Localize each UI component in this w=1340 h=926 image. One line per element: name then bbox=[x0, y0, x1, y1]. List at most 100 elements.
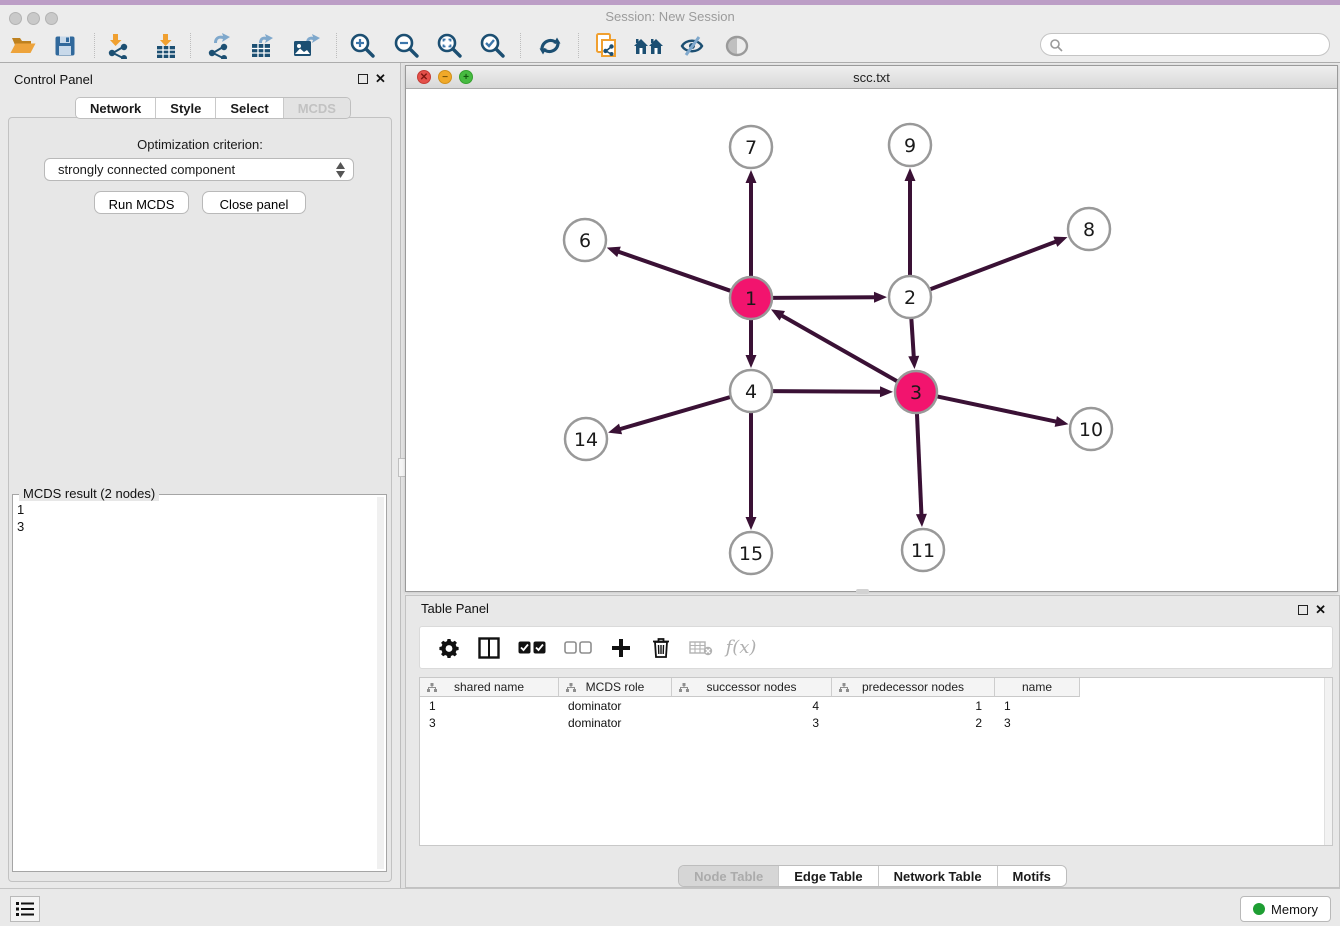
add-column-icon[interactable] bbox=[608, 635, 634, 661]
export-table-icon[interactable] bbox=[245, 30, 279, 61]
table-row[interactable]: 1dominator411 bbox=[420, 697, 1080, 714]
table-header-row: shared nameMCDS rolesuccessor nodesprede… bbox=[420, 678, 1080, 697]
tab-network[interactable]: Network bbox=[76, 98, 156, 118]
node-label: 1 bbox=[745, 288, 757, 310]
optimization-label: Optimization criterion: bbox=[0, 137, 400, 152]
arrowhead-icon bbox=[746, 517, 757, 530]
search-field[interactable] bbox=[1040, 33, 1330, 56]
node-label: 3 bbox=[910, 382, 922, 404]
tab-network-table[interactable]: Network Table bbox=[879, 866, 998, 886]
zoom-selected-icon[interactable] bbox=[476, 30, 510, 61]
split-view-icon[interactable] bbox=[476, 635, 502, 661]
cell-shared-name[interactable]: 1 bbox=[420, 697, 559, 714]
node-label: 4 bbox=[745, 381, 757, 403]
float-table-panel-icon[interactable] bbox=[1298, 605, 1308, 615]
column-header-predecessor-nodes[interactable]: predecessor nodes bbox=[832, 678, 995, 697]
node-label: 2 bbox=[904, 287, 916, 309]
mcds-result-box[interactable]: MCDS result (2 nodes) 13 bbox=[12, 494, 387, 872]
arrowhead-icon bbox=[1053, 237, 1067, 247]
close-panel-icon[interactable]: ✕ bbox=[375, 74, 386, 84]
memory-status-icon bbox=[1253, 903, 1265, 915]
cell-MCDS-role[interactable]: dominator bbox=[559, 697, 672, 714]
float-panel-icon[interactable] bbox=[358, 74, 368, 84]
close-panel-button[interactable]: Close panel bbox=[202, 191, 306, 214]
table-row[interactable]: 3dominator323 bbox=[420, 714, 1080, 731]
run-mcds-button[interactable]: Run MCDS bbox=[94, 191, 189, 214]
edge-4-3[interactable] bbox=[772, 391, 882, 392]
tab-motifs[interactable]: Motifs bbox=[998, 866, 1066, 886]
edge-3-1[interactable] bbox=[781, 315, 898, 382]
search-input[interactable] bbox=[1063, 38, 1329, 52]
optimization-criterion-select[interactable]: strongly connected component bbox=[44, 158, 354, 181]
titlebar: Session: New Session bbox=[0, 5, 1340, 28]
cell-predecessor-nodes[interactable]: 1 bbox=[832, 697, 995, 714]
column-header-successor-nodes[interactable]: successor nodes bbox=[672, 678, 832, 697]
tab-select[interactable]: Select bbox=[216, 98, 283, 118]
cell-predecessor-nodes[interactable]: 2 bbox=[832, 714, 995, 731]
export-network-icon[interactable] bbox=[202, 30, 236, 61]
clone-network-icon[interactable] bbox=[589, 30, 623, 61]
hide-selected-icon[interactable] bbox=[675, 30, 709, 61]
cell-name[interactable]: 3 bbox=[995, 714, 1080, 731]
column-header-name[interactable]: name bbox=[995, 678, 1080, 697]
cell-name[interactable]: 1 bbox=[995, 697, 1080, 714]
table-body: 1dominator4113dominator323 bbox=[420, 697, 1080, 731]
save-session-icon[interactable] bbox=[48, 30, 82, 61]
column-header-shared-name[interactable]: shared name bbox=[420, 678, 559, 697]
edge-1-2[interactable] bbox=[772, 297, 876, 298]
tab-edge-table[interactable]: Edge Table bbox=[779, 866, 878, 886]
import-table-icon[interactable] bbox=[149, 30, 183, 61]
result-scrollbar[interactable] bbox=[377, 497, 384, 869]
node-label: 8 bbox=[1083, 219, 1095, 241]
network-window-title: scc.txt bbox=[406, 70, 1337, 85]
optimization-criterion-value: strongly connected component bbox=[58, 162, 235, 177]
table-tabs: Node TableEdge TableNetwork TableMotifs bbox=[406, 865, 1339, 887]
tab-node-table[interactable]: Node Table bbox=[679, 866, 779, 886]
network-canvas[interactable]: 7968124314101511 bbox=[406, 89, 1337, 591]
arrowhead-icon bbox=[916, 514, 927, 527]
cell-MCDS-role[interactable]: dominator bbox=[559, 714, 672, 731]
open-session-icon[interactable] bbox=[6, 30, 40, 61]
delete-icon[interactable] bbox=[648, 635, 674, 661]
edge-1-6[interactable] bbox=[617, 251, 731, 291]
close-table-panel-icon[interactable]: ✕ bbox=[1315, 605, 1326, 615]
function-builder-icon[interactable]: f(x) bbox=[728, 635, 754, 661]
gear-icon[interactable] bbox=[436, 635, 462, 661]
node-label: 10 bbox=[1079, 419, 1103, 441]
node-label: 11 bbox=[911, 540, 935, 562]
edge-3-10[interactable] bbox=[937, 396, 1058, 422]
cell-successor-nodes[interactable]: 3 bbox=[672, 714, 832, 731]
arrowhead-icon bbox=[874, 292, 887, 303]
memory-button[interactable]: Memory bbox=[1240, 896, 1331, 922]
horizontal-splitter-handle[interactable] bbox=[856, 589, 869, 594]
deselect-all-icon[interactable] bbox=[562, 635, 594, 661]
show-all-icon[interactable] bbox=[720, 30, 754, 61]
search-icon bbox=[1049, 38, 1063, 52]
table-scrollbar[interactable] bbox=[1324, 678, 1332, 845]
delete-table-icon[interactable] bbox=[688, 635, 714, 661]
zoom-in-icon[interactable] bbox=[346, 30, 380, 61]
mcds-result-title: MCDS result (2 nodes) bbox=[19, 486, 159, 501]
control-panel-title: Control Panel bbox=[14, 72, 93, 87]
edge-2-3[interactable] bbox=[911, 318, 914, 358]
zoom-out-icon[interactable] bbox=[390, 30, 424, 61]
cell-shared-name[interactable]: 3 bbox=[420, 714, 559, 731]
node-table: shared nameMCDS rolesuccessor nodesprede… bbox=[419, 677, 1333, 846]
import-network-icon[interactable] bbox=[101, 30, 135, 61]
edge-2-8[interactable] bbox=[930, 241, 1058, 289]
apply-layout-icon[interactable] bbox=[533, 30, 567, 61]
arrowhead-icon bbox=[746, 170, 757, 183]
select-all-icon[interactable] bbox=[516, 635, 548, 661]
tab-mcds[interactable]: MCDS bbox=[284, 98, 350, 118]
edge-4-14[interactable] bbox=[619, 397, 731, 430]
network-window-titlebar[interactable]: ✕ − + scc.txt bbox=[406, 66, 1337, 89]
column-header-MCDS-role[interactable]: MCDS role bbox=[559, 678, 672, 697]
tab-style[interactable]: Style bbox=[156, 98, 216, 118]
task-history-button[interactable] bbox=[10, 896, 40, 922]
arrowhead-icon bbox=[880, 386, 893, 397]
cell-successor-nodes[interactable]: 4 bbox=[672, 697, 832, 714]
export-image-icon[interactable] bbox=[289, 30, 323, 61]
first-neighbors-icon[interactable] bbox=[632, 30, 666, 61]
edge-3-11[interactable] bbox=[917, 413, 922, 516]
zoom-fit-icon[interactable] bbox=[433, 30, 467, 61]
